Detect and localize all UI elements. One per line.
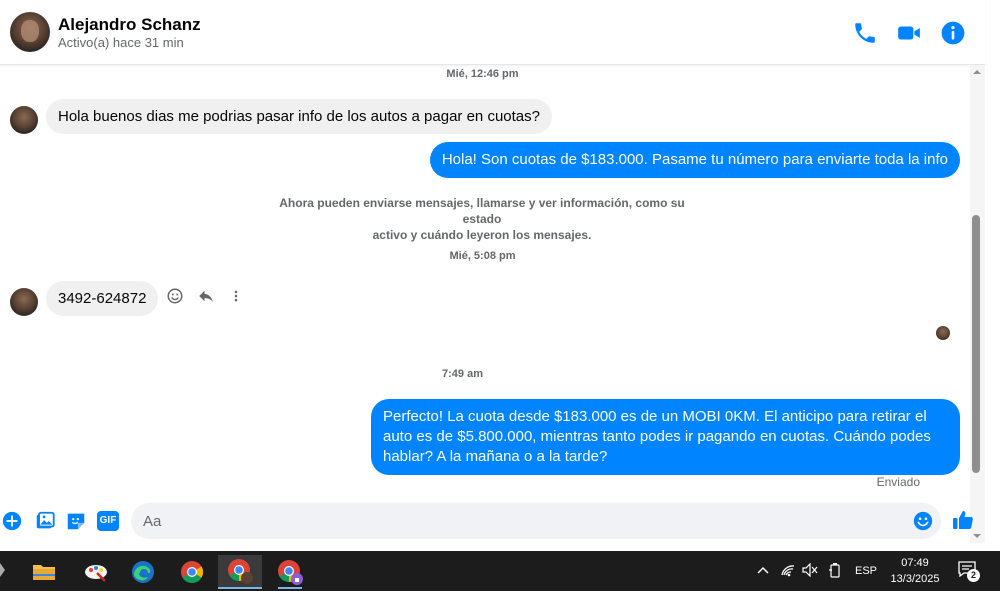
sticker-icon[interactable] — [65, 510, 87, 532]
incoming-message[interactable]: Hola buenos dias me podrias pasar info d… — [46, 99, 552, 134]
scrollbar-thumb[interactable] — [972, 215, 980, 473]
contact-avatar[interactable] — [10, 12, 50, 52]
input-language[interactable]: ESP — [855, 565, 877, 577]
emoji-icon[interactable] — [912, 510, 934, 532]
chrome-browser-icon[interactable] — [170, 555, 214, 589]
taskbar-edge-icon — [0, 563, 5, 577]
message-line: Perfecto! La cuota desde $183.000 es de … — [383, 408, 927, 425]
tray-chevron-up-icon[interactable] — [757, 565, 769, 575]
more-options-icon[interactable] — [229, 287, 243, 310]
notification-badge: 2 — [967, 569, 980, 582]
clock-time: 07:49 — [901, 557, 929, 569]
phone-icon[interactable] — [852, 20, 878, 46]
message-line: auto es de $5.800.000, mientras tanto po… — [383, 428, 931, 445]
contact-name[interactable]: Alejandro Schanz — [58, 15, 201, 35]
add-circle-icon[interactable] — [1, 510, 23, 532]
sender-avatar[interactable] — [10, 106, 38, 134]
contact-status: Activo(a) hace 31 min — [58, 35, 184, 50]
windows-taskbar: ESP 07:49 13/3/2025 2 — [0, 551, 1000, 591]
sent-status: Enviado — [876, 475, 920, 489]
system-clock[interactable]: 07:49 13/3/2025 — [880, 555, 950, 587]
timestamp: Mié, 5:08 pm — [449, 250, 516, 262]
clock-date: 13/3/2025 — [890, 573, 940, 585]
timestamp: Mié, 12:46 pm — [446, 68, 519, 80]
outgoing-message[interactable]: Hola! Son cuotas de $183.000. Pasame tu … — [429, 142, 960, 178]
message-composer: GIF — [0, 498, 985, 544]
incoming-message[interactable]: 3492-624872 — [46, 281, 159, 316]
scroll-up-icon[interactable] — [972, 69, 982, 75]
like-thumb-icon[interactable] — [951, 508, 975, 532]
notice-line: activo y cuándo leyeron los mensajes. — [372, 228, 592, 242]
timestamp: 7:49 am — [442, 368, 483, 380]
battery-icon[interactable] — [828, 562, 842, 578]
paint-app-icon[interactable] — [74, 555, 118, 589]
edge-browser-icon[interactable] — [121, 555, 165, 589]
file-explorer-icon[interactable] — [22, 555, 66, 589]
message-line: hablar? A la mañana o a la tarde? — [383, 448, 608, 465]
chrome-profile-active-icon[interactable] — [218, 555, 262, 589]
outgoing-message[interactable]: Perfecto! La cuota desde $183.000 es de … — [371, 399, 960, 475]
wifi-icon[interactable] — [780, 563, 796, 577]
read-receipt-avatar — [936, 326, 950, 340]
react-icon[interactable] — [166, 287, 184, 310]
message-actions — [166, 287, 251, 309]
notice-line: Ahora pueden enviarse mensajes, llamarse… — [279, 196, 685, 226]
photo-icon[interactable] — [34, 510, 56, 532]
reply-icon[interactable] — [196, 287, 216, 310]
sender-avatar[interactable] — [10, 288, 38, 316]
chrome-profile-icon[interactable] — [268, 555, 312, 589]
volume-muted-icon[interactable] — [802, 563, 818, 577]
gif-button[interactable]: GIF — [97, 511, 119, 531]
video-icon[interactable] — [896, 20, 922, 46]
info-icon[interactable] — [940, 20, 966, 46]
chat-header: Alejandro Schanz Activo(a) hace 31 min — [0, 0, 985, 65]
message-list: Mié, 12:46 pm Hola buenos dias me podria… — [0, 65, 970, 495]
message-input[interactable] — [131, 503, 941, 539]
notifications-button[interactable]: 2 — [958, 561, 980, 582]
system-notice: Ahora pueden enviarse mensajes, llamarse… — [262, 195, 702, 243]
running-indicator — [278, 587, 302, 589]
